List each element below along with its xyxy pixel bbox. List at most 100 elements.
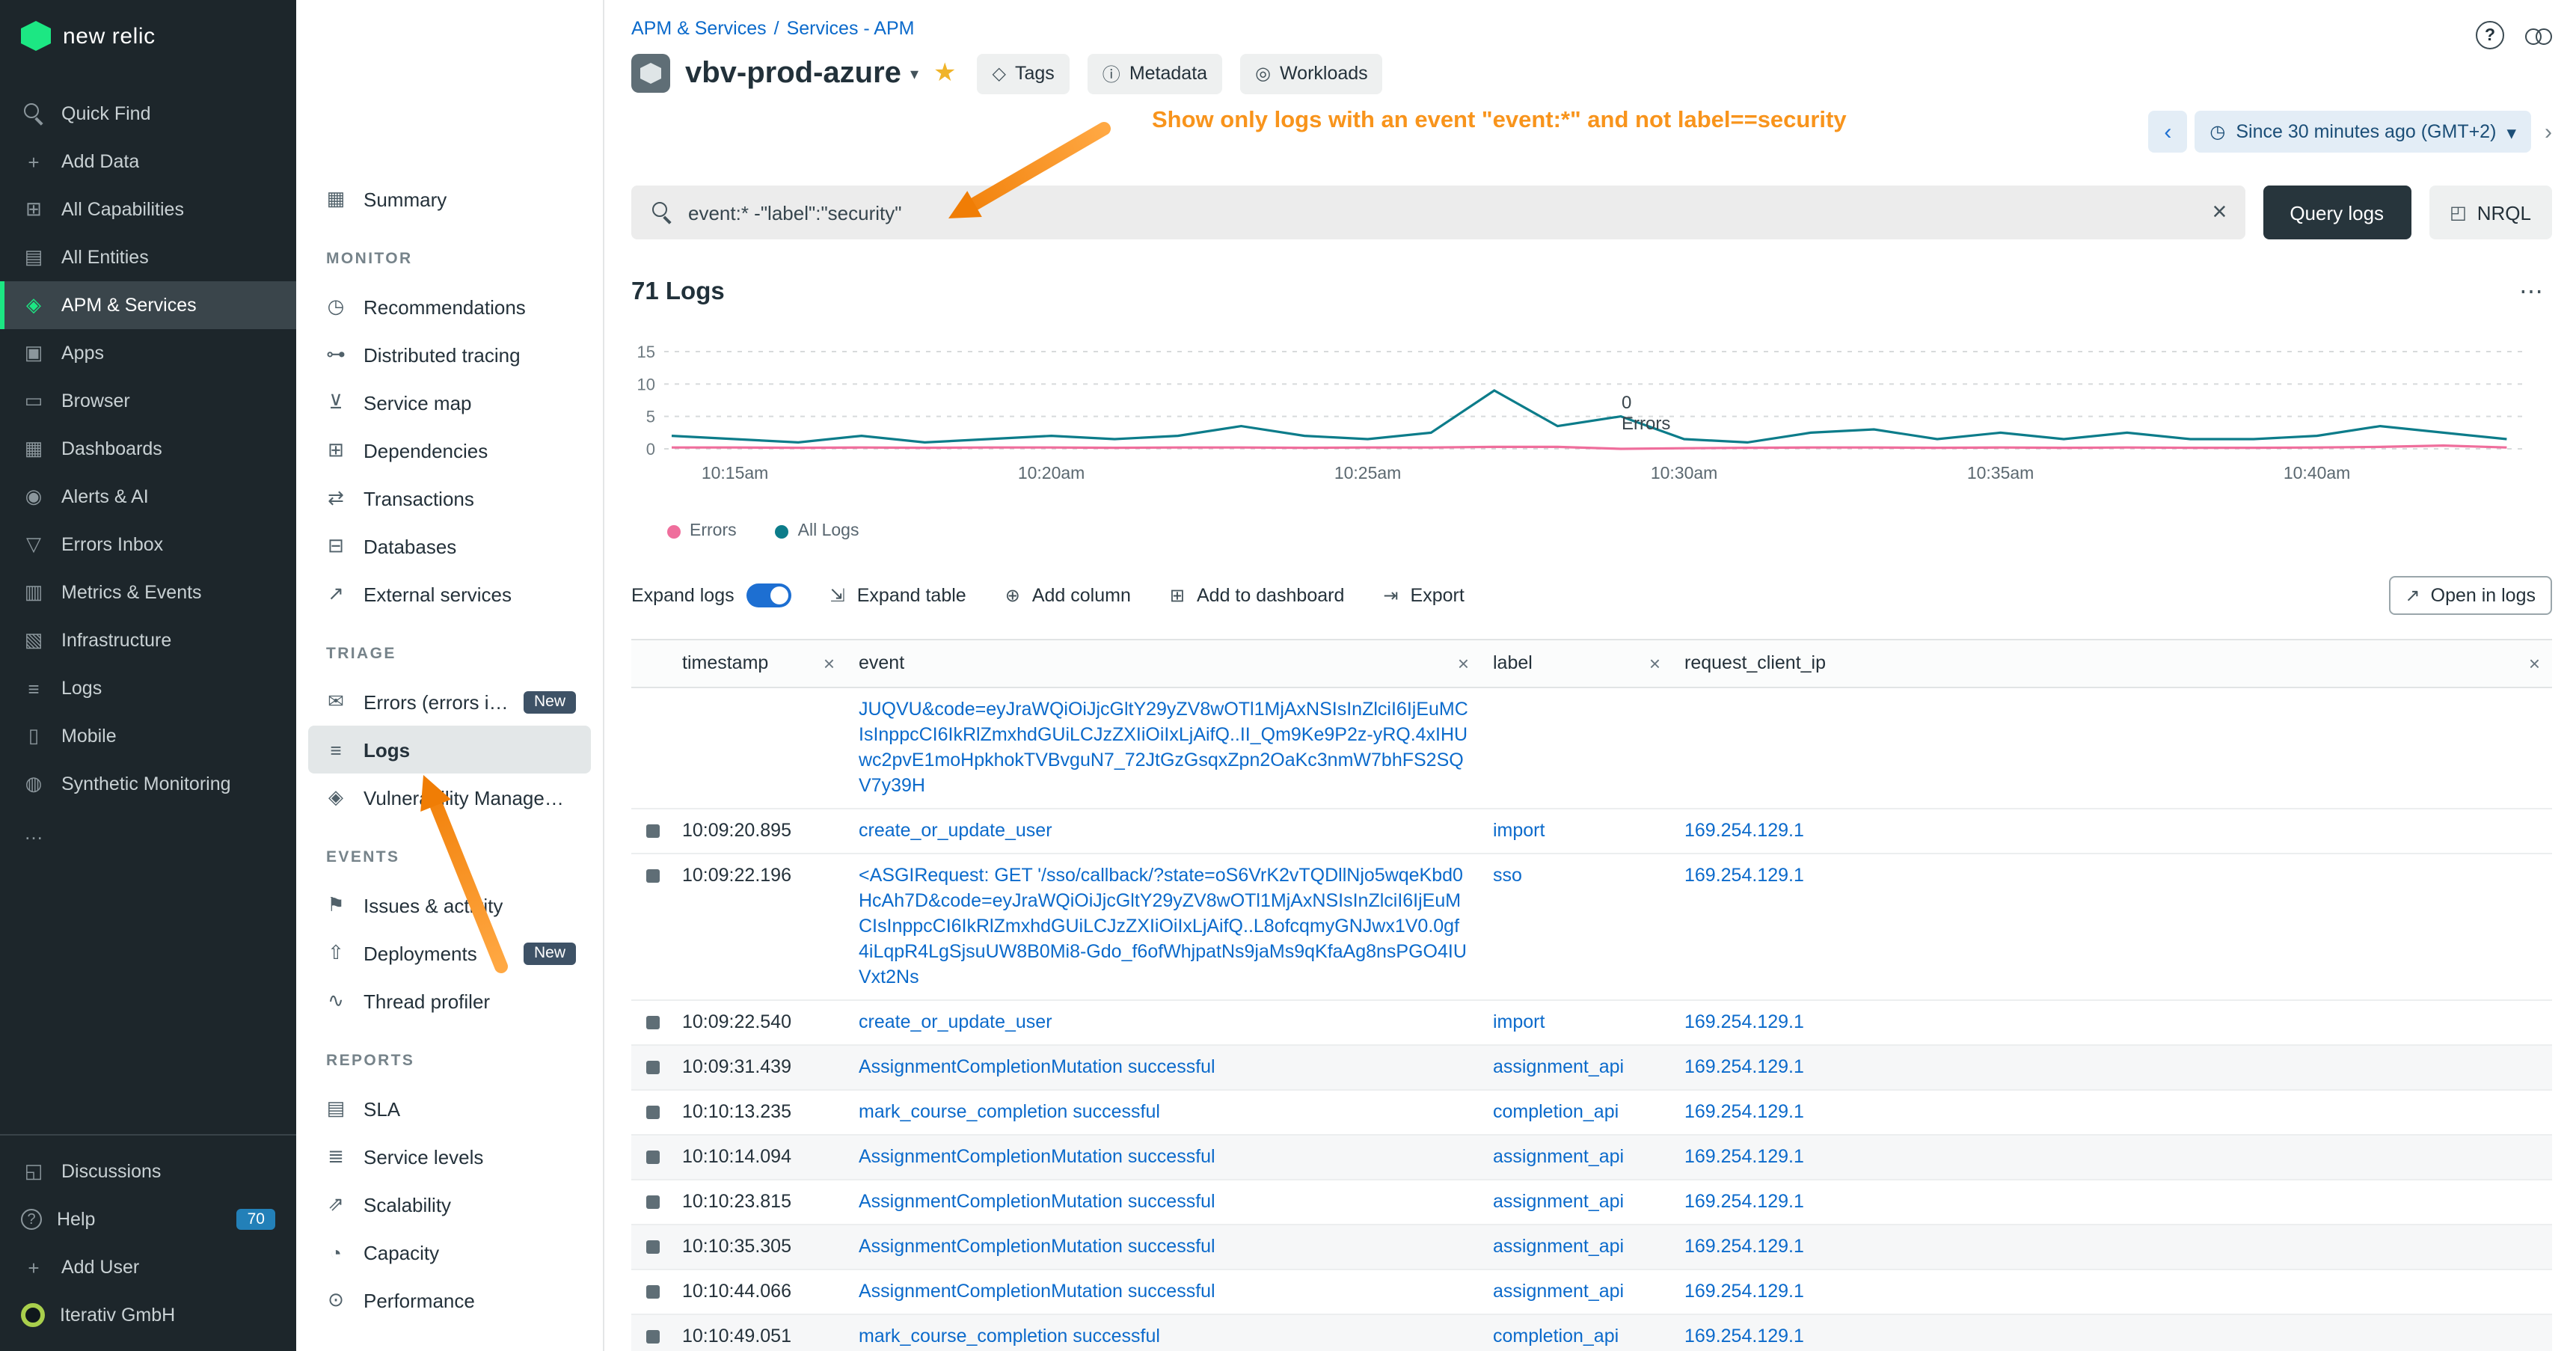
sidebar-item-dashboards[interactable]: ▦Dashboards [0,425,296,473]
ip-link[interactable]: 169.254.129.1 [1684,1326,1804,1347]
label-link[interactable]: completion_api [1493,1101,1619,1122]
event-link[interactable]: create_or_update_user [859,1011,1052,1032]
sidebar-item-capacity[interactable]: ◔Capacity [308,1228,591,1276]
table-row[interactable]: 10:10:23.815AssignmentCompletionMutation… [631,1180,2552,1225]
log-row-handle-icon[interactable] [645,1195,659,1209]
sidebar-item-mobile[interactable]: ▯Mobile [0,712,296,760]
label-link[interactable]: assignment_api [1493,1056,1624,1077]
table-row[interactable]: 10:09:22.196<ASGIRequest: GET '/sso/call… [631,854,2552,1001]
table-row[interactable]: 10:09:20.895create_or_update_userimport1… [631,809,2552,854]
sidebar-item-iterativ-gmbh[interactable]: Iterativ GmbH [0,1291,296,1339]
log-row-handle-icon[interactable] [645,1240,659,1254]
remove-column-icon[interactable]: × [1649,651,1660,676]
table-row[interactable]: 10:10:13.235mark_course_completion succe… [631,1091,2552,1136]
expand-table-button[interactable]: ⇲Expand table [830,585,966,606]
ip-link[interactable]: 169.254.129.1 [1684,865,1804,886]
event-link[interactable]: JUQVU&code=eyJraWQiOiJjcGltY29yZV8wOTl1M… [859,699,1468,796]
log-row-handle-icon[interactable] [645,824,659,838]
sidebar-item-metrics-events[interactable]: ▥Metrics & Events [0,569,296,616]
event-link[interactable]: AssignmentCompletionMutation successful [859,1191,1215,1212]
table-row[interactable]: 10:10:49.051mark_course_completion succe… [631,1315,2552,1351]
ip-link[interactable]: 169.254.129.1 [1684,1011,1804,1032]
label-link[interactable]: assignment_api [1493,1191,1624,1212]
log-row-handle-icon[interactable] [645,1151,659,1164]
favorite-star-icon[interactable]: ★ [933,58,957,88]
log-row-handle-icon[interactable] [645,1061,659,1074]
add-column-button[interactable]: ⊕Add column [1005,585,1131,606]
sidebar-item-synthetic-monitoring[interactable]: ◍Synthetic Monitoring [0,760,296,808]
event-link[interactable]: create_or_update_user [859,820,1052,841]
sidebar-item-errors-errors-inb[interactable]: ✉Errors (errors inb...New [308,678,591,726]
add-to-dashboard-button[interactable]: ⊞Add to dashboard [1170,585,1345,606]
event-link[interactable]: AssignmentCompletionMutation successful [859,1056,1215,1077]
column-header-label[interactable]: label× [1481,640,1672,687]
event-link[interactable]: AssignmentCompletionMutation successful [859,1236,1215,1257]
sidebar-item-more[interactable]: … [0,808,296,856]
sidebar-item-apm-services[interactable]: ◈APM & Services [0,281,296,329]
sidebar-item-all-entities[interactable]: ▤All Entities [0,233,296,281]
event-link[interactable]: mark_course_completion successful [859,1101,1160,1122]
more-menu-icon[interactable]: ⋯ [2519,277,2543,307]
sidebar-item-thread-profiler[interactable]: ∿Thread profiler [308,977,591,1025]
sidebar-item-distributed-tracing[interactable]: ⊶Distributed tracing [308,331,591,379]
log-row-handle-icon[interactable] [645,1016,659,1029]
sidebar-item-service-map[interactable]: ⊻Service map [308,379,591,426]
nrql-button[interactable]: ◰ NRQL [2429,186,2552,239]
sidebar-item-dependencies[interactable]: ⊞Dependencies [308,426,591,474]
new-relic-logo[interactable]: new relic [0,0,296,51]
open-in-logs-button[interactable]: ↗Open in logs [2389,576,2553,615]
help-circle-icon[interactable]: ? [2476,21,2504,49]
label-link[interactable]: completion_api [1493,1326,1619,1347]
query-logs-button[interactable]: Query logs [2263,186,2411,239]
column-header-timestamp[interactable]: timestamp× [670,640,847,687]
sidebar-item-discussions[interactable]: ◱Discussions [0,1148,296,1195]
log-row-handle-icon[interactable] [645,1285,659,1299]
logs-query-input[interactable] [688,201,2198,224]
table-row[interactable]: 10:10:44.066AssignmentCompletionMutation… [631,1270,2552,1315]
time-range-button[interactable]: ◷ Since 30 minutes ago (GMT+2) ▾ [2195,111,2531,153]
chevron-right-icon[interactable]: › [2545,119,2552,144]
ip-link[interactable]: 169.254.129.1 [1684,1191,1804,1212]
ip-link[interactable]: 169.254.129.1 [1684,1101,1804,1122]
sidebar-item-logs[interactable]: ≡Logs [308,726,591,773]
sidebar-item-recommendations[interactable]: ◷Recommendations [308,283,591,331]
sidebar-item-vulnerability-management[interactable]: ◈Vulnerability Management [308,773,591,821]
column-header-event[interactable]: event× [847,640,1481,687]
sidebar-item-add-data[interactable]: +Add Data [0,138,296,186]
sidebar-item-all-capabilities[interactable]: ⊞All Capabilities [0,186,296,233]
ip-link[interactable]: 169.254.129.1 [1684,1281,1804,1302]
label-link[interactable]: import [1493,820,1545,841]
table-row[interactable]: 10:10:14.094AssignmentCompletionMutation… [631,1136,2552,1180]
label-link[interactable]: assignment_api [1493,1146,1624,1167]
time-back-button[interactable]: ‹ [2148,111,2187,153]
label-link[interactable]: assignment_api [1493,1281,1624,1302]
log-row-handle-icon[interactable] [645,1330,659,1344]
table-row[interactable]: JUQVU&code=eyJraWQiOiJjcGltY29yZV8wOTl1M… [631,688,2552,809]
entity-dropdown-chevron-icon[interactable]: ▾ [910,64,919,83]
sidebar-item-help[interactable]: ?Help70 [0,1195,296,1243]
tags-button[interactable]: ◇Tags [978,53,1070,94]
metadata-button[interactable]: ⓘMetadata [1088,53,1222,94]
event-link[interactable]: AssignmentCompletionMutation successful [859,1281,1215,1302]
ip-link[interactable]: 169.254.129.1 [1684,1236,1804,1257]
event-link[interactable]: <ASGIRequest: GET '/sso/callback/?state=… [859,865,1467,987]
sidebar-item-logs[interactable]: ≡Logs [0,664,296,712]
sidebar-item-browser[interactable]: ▭Browser [0,377,296,425]
label-link[interactable]: import [1493,1011,1545,1032]
event-link[interactable]: AssignmentCompletionMutation successful [859,1146,1215,1167]
table-row[interactable]: 10:10:35.305AssignmentCompletionMutation… [631,1225,2552,1270]
sidebar-item-quick-find[interactable]: Quick Find [0,90,296,138]
sidebar-item-issues-activity[interactable]: ⚑Issues & activity [308,881,591,929]
sidebar-item-service-levels[interactable]: ≣Service levels [308,1133,591,1180]
ip-link[interactable]: 169.254.129.1 [1684,1056,1804,1077]
clear-query-icon[interactable]: × [2212,197,2227,227]
sidebar-item-infrastructure[interactable]: ▧Infrastructure [0,616,296,664]
sidebar-item-performance[interactable]: ⊙Performance [308,1276,591,1324]
sidebar-item-alerts-ai[interactable]: ◉Alerts & AI [0,473,296,521]
breadcrumb-page[interactable]: Services - APM [787,18,915,39]
remove-column-icon[interactable]: × [1458,651,1469,676]
sidebar-item-errors-inbox[interactable]: ▽Errors Inbox [0,521,296,569]
breadcrumb-section[interactable]: APM & Services [631,18,767,39]
ip-link[interactable]: 169.254.129.1 [1684,1146,1804,1167]
sidebar-item-add-user[interactable]: +Add User [0,1243,296,1291]
